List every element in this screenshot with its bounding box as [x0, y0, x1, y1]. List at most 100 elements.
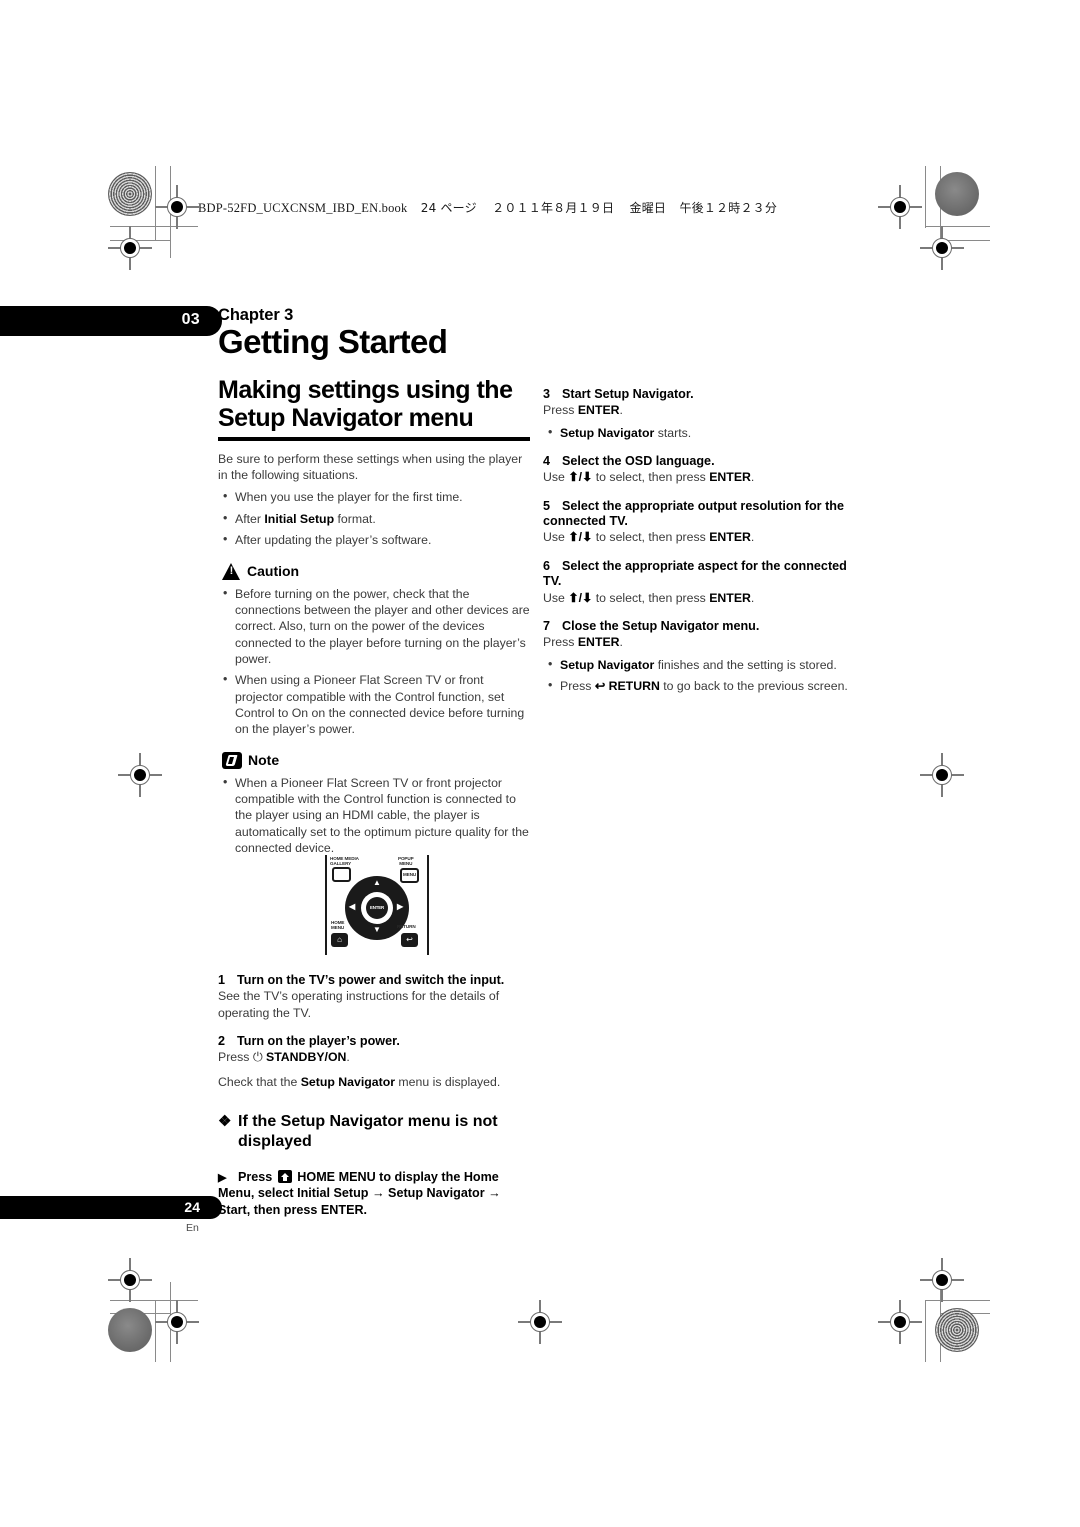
caution-block: Caution Before turning on the power, che… [218, 562, 534, 738]
step-number: 2 [218, 1034, 226, 1049]
step-number: 6 [543, 558, 551, 573]
chapter-number-tab: 03 [0, 306, 222, 336]
remote-arrow-right-icon: ▶ [397, 902, 404, 911]
step-number: 5 [543, 498, 551, 513]
registration-mark-top-right-inner [920, 226, 964, 270]
manual-page: BDP-52FD_UCXCNSM_IBD_EN.book 24 ページ ２０１１… [0, 0, 1080, 1527]
step-body-line: Use ⬆/⬇ to select, then press ENTER. [543, 530, 755, 545]
note-bullet-list: When a Pioneer Flat Screen TV or front p… [218, 774, 534, 857]
home-menu-icon [277, 1170, 292, 1184]
file-header-line: BDP-52FD_UCXCNSM_IBD_EN.book 24 ページ ２０１１… [198, 199, 777, 216]
remote-button-home-menu: ⌂ [331, 933, 348, 947]
step-5: 5 Select the appropriate output resolutio… [543, 499, 859, 546]
intro-paragraph: Be sure to perform these settings when u… [218, 451, 523, 483]
registration-mark-top-left [155, 185, 199, 229]
warning-triangle-icon [222, 562, 241, 580]
chapter-label: Chapter 3 [218, 306, 294, 324]
step-number: 4 [543, 454, 551, 469]
registration-mark-top-left-inner [108, 226, 152, 270]
remote-control-diagram: HOME MEDIA GALLERY POPUP MENU MENU ▲ ▼ ◀ ▶… [325, 855, 429, 955]
pencil-note-icon [222, 751, 242, 769]
list-item: When using a Pioneer Flat Screen TV or f… [218, 671, 534, 737]
registration-mark-bottom-right [920, 1258, 964, 1302]
home-icon: ⌂ [337, 935, 342, 944]
language-code: En [186, 1222, 199, 1234]
emphasis: ENTER [709, 590, 751, 605]
emphasis: ENTER [709, 530, 751, 545]
step-7: 7 Close the Setup Navigator menu. Press EN… [543, 619, 859, 694]
step-body-line: Check that the Setup Navigator menu is d… [218, 1074, 501, 1089]
step-heading: 4 Select the OSD language. [543, 454, 715, 469]
emphasis: ⬆/⬇ [568, 470, 593, 485]
step-body-line: See the TV’s operating instructions for … [218, 989, 500, 1020]
subsection-heading-text: If the Setup Navigator menu is not displ… [238, 1113, 498, 1151]
step-heading: 5 Select the appropriate output resolutio… [543, 498, 844, 529]
return-arrow-icon: ↩ [406, 935, 413, 944]
registration-mark-right-middle [920, 753, 964, 797]
note-title: Note [248, 752, 280, 769]
right-column: 3Start Setup Navigator. Press ENTER. Setup… [543, 374, 859, 694]
emphasis: Setup Navigator [300, 1074, 396, 1089]
step-1: 1 Turn on the TV’s power and switch the i… [218, 973, 534, 1021]
emphasis: ENTER [577, 635, 620, 650]
step-heading: 6 Select the appropriate aspect for the c… [543, 558, 847, 589]
step-body-line: Press ⏻ STANDBY/ON. [218, 1050, 350, 1065]
crop-line-bot-right-v [925, 1300, 926, 1362]
file-header-time: 午後１２時２３分 [679, 201, 778, 215]
halftone-patch-bottom-left [108, 1308, 152, 1352]
emphasis: RETURN [608, 678, 660, 693]
list-item: Setup Navigator starts. [543, 424, 859, 441]
step-body-line: Press ENTER. [543, 635, 623, 650]
arrow-instruction-part1: Press [237, 1170, 273, 1185]
left-column-lower: 1 Turn on the TV’s power and switch the i… [218, 960, 534, 1218]
list-item: After Initial Setup format. [218, 510, 534, 527]
diamond-bullet-icon: ❖ [218, 1113, 232, 1131]
chapter-number: 03 [181, 311, 200, 328]
note-heading: Note [222, 751, 534, 769]
file-header-page: 24 ページ [420, 201, 477, 215]
file-header-filename: BDP-52FD_UCXCNSM_IBD_EN.book [198, 201, 408, 215]
list-item: When you use the player for the first ti… [218, 488, 534, 505]
emphasis: ⬆/⬇ [568, 530, 593, 545]
registration-mark-bottom-right-inner [878, 1300, 922, 1344]
step-3: 3Start Setup Navigator. Press ENTER. Setup… [543, 387, 859, 441]
remote-button-home-media-gallery [332, 867, 351, 882]
halftone-patch-top-left [108, 172, 152, 216]
page-number-bar: 24 [0, 1196, 222, 1219]
step-body-line: Use ⬆/⬇ to select, then press ENTER. [543, 590, 755, 605]
registration-mark-bottom-left [108, 1258, 152, 1302]
caution-bullet-list: Before turning on the power, check that … [218, 585, 534, 738]
halftone-patch-bottom-right [935, 1308, 979, 1352]
emphasis: Setup Navigator [560, 425, 655, 440]
remote-label-home-menu: HOME MENU [331, 920, 345, 930]
caution-title: Caution [247, 563, 300, 579]
file-header-date: ２０１１年８月１９日 [492, 201, 615, 215]
remote-button-menu-label: MENU [403, 872, 417, 877]
step-heading: 1 Turn on the TV’s power and switch the i… [218, 973, 505, 987]
remote-label-return: RETURN [397, 924, 416, 929]
registration-mark-bottom-center [518, 1300, 562, 1344]
arrow-instruction: ▶ Press HOME MENU to display the Home Me… [218, 1169, 534, 1218]
remote-arrow-left-icon: ◀ [349, 902, 356, 911]
registration-mark-left-middle [118, 753, 162, 797]
emphasis: Initial Setup [264, 511, 335, 526]
note-block: Note When a Pioneer Flat Screen TV or fr… [218, 751, 534, 857]
emphasis: Setup Navigator [560, 657, 655, 672]
remote-button-return: ↩ [401, 933, 418, 947]
pointer-triangle-icon: ▶ [218, 1172, 227, 1185]
left-column: Chapter 3 Getting Started Making setting… [218, 306, 534, 856]
remote-label-popup-menu: POPUP MENU [398, 856, 414, 866]
list-item: When a Pioneer Flat Screen TV or front p… [218, 774, 534, 857]
step-number: 7 [543, 618, 551, 633]
step-4: 4 Select the OSD language. Use ⬆/⬇ to sele… [543, 454, 859, 486]
remote-arrow-down-icon: ▼ [373, 925, 381, 934]
step-heading: 3 Start Setup Navigator. [543, 387, 694, 401]
file-header-weekday: 金曜日 [629, 201, 667, 215]
page-number: 24 [184, 1199, 200, 1215]
emphasis: ENTER [709, 470, 751, 485]
title-rule [218, 436, 530, 441]
section-title: Making settings using the Setup Navigato… [218, 375, 513, 432]
step-heading: 7 Close the Setup Navigator menu. [543, 618, 760, 633]
halftone-patch-top-right [935, 172, 979, 216]
list-item: Press ↩ RETURN to go back to the previou… [543, 677, 859, 694]
